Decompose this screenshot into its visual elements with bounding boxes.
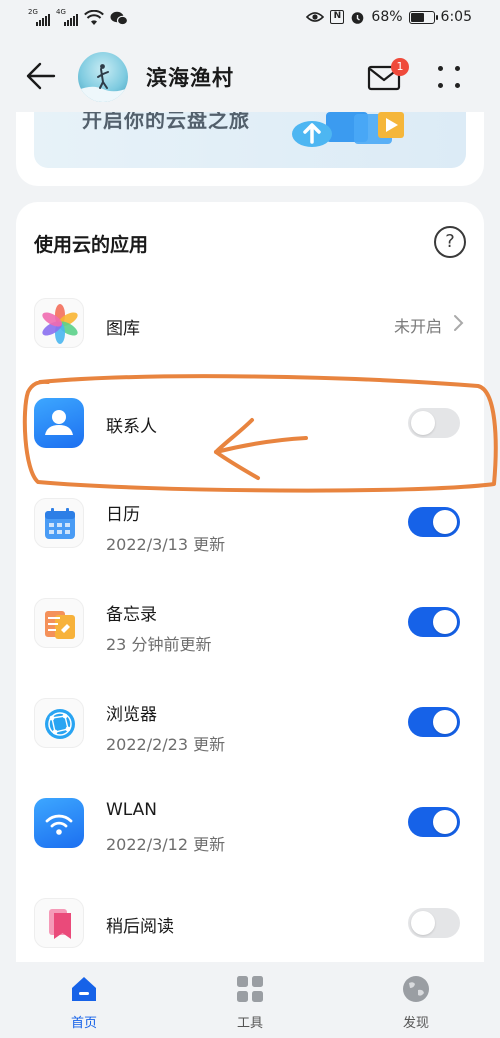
app-last-updated: 2022/3/12 更新 — [106, 835, 226, 854]
back-arrow-icon[interactable] — [22, 58, 58, 94]
more-options-icon[interactable] — [436, 64, 462, 90]
eye-comfort-icon — [306, 12, 325, 22]
cloud-drive-banner[interactable]: 开启你的云盘之旅 — [34, 112, 466, 168]
help-icon[interactable]: ? — [434, 226, 466, 258]
wifi-status-icon — [84, 10, 104, 25]
nav-label: 工具 — [236, 1016, 263, 1031]
page-title: 滨海渔村 — [146, 66, 234, 90]
avatar[interactable] — [78, 52, 128, 102]
nav-tools[interactable]: 工具 — [210, 974, 290, 1034]
cloud-upload-illustration-icon — [292, 112, 404, 147]
clock-time: 6:05 — [440, 9, 472, 25]
alarm-icon — [352, 11, 364, 24]
app-name: 稍后阅读 — [106, 917, 174, 937]
nav-discover[interactable]: 发现 — [376, 974, 456, 1034]
battery-icon — [408, 10, 438, 24]
chevron-right-icon — [454, 315, 464, 331]
bottom-navigation: 首页 工具 发现 — [0, 962, 500, 1038]
discover-globe-icon — [403, 976, 429, 1002]
contacts-person-icon — [34, 398, 84, 448]
app-name: 图库 — [106, 319, 140, 339]
cloud-apps-card: 使用云的应用 ? 图库 未开启 联系人 日历 2022/3/13 更新 备忘录 … — [16, 202, 484, 962]
contacts-sync-toggle[interactable] — [408, 408, 460, 438]
app-row-browser[interactable]: 浏览器 2022/2/23 更新 — [16, 674, 484, 774]
nfc-icon: N — [330, 10, 345, 24]
tools-grid-icon — [237, 976, 263, 1002]
app-last-updated: 2022/3/13 更新 — [106, 535, 226, 554]
app-row-notes[interactable]: 备忘录 23 分钟前更新 — [16, 574, 484, 674]
sim1-signal-icon: 2G — [28, 8, 50, 26]
nav-label: 首页 — [70, 1016, 97, 1031]
notes-sync-toggle[interactable] — [408, 607, 460, 637]
cloud-drive-banner-card: 开启你的云盘之旅 — [16, 112, 484, 186]
app-header: 滨海渔村 1 — [0, 38, 500, 118]
nav-label: 发现 — [402, 1016, 429, 1031]
home-icon — [72, 977, 96, 1001]
read-later-sync-toggle[interactable] — [408, 908, 460, 938]
status-bar: 2G 4G N 68% 6:05 — [0, 0, 500, 38]
app-name: 浏览器 — [106, 705, 157, 725]
wlan-sync-toggle[interactable] — [408, 807, 460, 837]
calendar-sync-toggle[interactable] — [408, 507, 460, 537]
gallery-flower-icon — [34, 298, 84, 348]
app-status-text: 未开启 — [393, 317, 442, 336]
app-row-wlan[interactable]: WLAN 2022/3/12 更新 — [16, 774, 484, 874]
app-row-gallery[interactable]: 图库 未开启 — [16, 274, 484, 374]
wifi-icon — [34, 798, 84, 848]
app-last-updated: 23 分钟前更新 — [106, 635, 212, 654]
app-row-calendar[interactable]: 日历 2022/3/13 更新 — [16, 474, 484, 574]
banner-text: 开启你的云盘之旅 — [82, 112, 250, 132]
notepad-icon — [34, 598, 84, 648]
app-last-updated: 2022/2/23 更新 — [106, 735, 226, 754]
browser-sync-toggle[interactable] — [408, 707, 460, 737]
app-name: WLAN — [106, 800, 158, 820]
calendar-icon — [34, 498, 84, 548]
read-later-bookmark-icon — [34, 898, 84, 948]
app-row-contacts[interactable]: 联系人 — [16, 374, 484, 474]
nav-home[interactable]: 首页 — [44, 974, 124, 1034]
wechat-notification-icon — [110, 11, 128, 26]
app-name: 联系人 — [106, 417, 157, 437]
card-title: 使用云的应用 — [34, 234, 149, 256]
app-name: 日历 — [106, 505, 140, 525]
sim2-signal-icon: 4G — [56, 8, 78, 26]
mail-badge: 1 — [391, 58, 409, 76]
app-name: 备忘录 — [106, 605, 157, 625]
app-row-read-later[interactable]: 稍后阅读 — [16, 874, 484, 962]
battery-percent: 68% — [371, 9, 403, 25]
browser-globe-icon — [34, 698, 84, 748]
